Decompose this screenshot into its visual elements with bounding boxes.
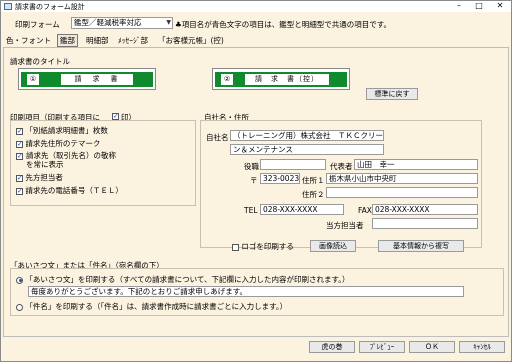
contact-field[interactable] (372, 218, 478, 229)
heading-check-icon (112, 112, 119, 120)
logo-print-checkbox[interactable] (232, 243, 239, 251)
form-label: 印刷フォーム (15, 20, 60, 29)
print-item-label: 請求先の電話番号（ＴＥＬ） (25, 186, 123, 195)
company-name-label: 自社名 (206, 133, 229, 142)
title2-band: ② 請 求 書（控） (215, 72, 347, 87)
title2-number: ② (221, 74, 233, 85)
cancel-button[interactable]: ｷｬﾝｾﾙ (459, 341, 505, 353)
form-type-value: 鑑型 (74, 18, 89, 27)
greeting-option-2[interactable]: 「件名」を印刷する（「件名」は、請求書作成時に請求書ごとに入力します。） (16, 301, 287, 312)
print-item-label: 請求先住所のテマーク (25, 139, 101, 148)
logo-print-label: ロゴを印刷する (241, 242, 294, 251)
greeting-option-2-label: 「件名」を印刷する（「件名」は、請求書作成時に請求書ごとに入力します。） (25, 302, 288, 311)
print-item-label: 請求先（取引先名）の敬称を常に表示 (26, 151, 116, 169)
tel-field[interactable]: 028-XXX-XXXX (260, 204, 344, 215)
copy-from-basic-button[interactable]: 基本情報から複写 (378, 240, 464, 252)
common-item-note: ♣項目名が青色文字の項目は、鑑型と明細型で共通の項目です。 (175, 20, 391, 29)
window-title: 請求書のフォーム設計 (15, 3, 85, 11)
fax-label: FAX (358, 206, 372, 215)
chevron-down-icon: ▼ (166, 19, 171, 26)
company-name-line2-field[interactable]: ン＆メンテナンス (230, 144, 384, 155)
address1-label: 住所１ (302, 176, 325, 185)
zip-field[interactable]: 323-0023 (260, 173, 300, 184)
print-item-checkbox[interactable] (16, 127, 23, 135)
tora-no-maki-button[interactable]: 虎の巻 (309, 341, 355, 353)
greeting-radio-2[interactable] (16, 303, 23, 311)
address2-field[interactable] (326, 187, 478, 198)
tab-bar: 色・フォント 鑑部 明細部 ﾒｯｾｰｼﾞ部 「お客様元帳」(控) (1, 34, 511, 47)
address1-field[interactable]: 栃木県小山市中央町 (326, 173, 478, 184)
title1-number: ① (27, 74, 39, 85)
load-image-button[interactable]: 画像読込 (310, 240, 356, 252)
title-section-heading: 請求書のタイトル (10, 57, 70, 66)
print-item-row[interactable]: 請求先住所のテマーク (16, 138, 100, 149)
print-item-row[interactable]: 「別紙請求明細書」枚数 (16, 125, 108, 136)
form-selector-row: 印刷フォーム 鑑型／軽減税率対応 ▼ ♣項目名が青色文字の項目は、鑑型と明細型で… (1, 12, 511, 34)
greeting-option-1-label: 「あいさつ文」を印刷する（すべての請求書について、下記欄に入力した内容が印刷され… (25, 275, 350, 284)
title-bar: 請求書のフォーム設計 – □ ✕ (1, 1, 511, 12)
company-name-line1-field[interactable]: （トレーニング用）株式会社 ＴＫＣクリー (230, 130, 384, 141)
representative-label: 代表者 (330, 162, 353, 171)
print-item-checkbox[interactable] (16, 174, 23, 182)
reset-title-button[interactable]: 標準に戻す (366, 88, 418, 100)
tab-color-font[interactable]: 色・フォント (4, 35, 53, 47)
close-button[interactable]: ✕ (490, 1, 510, 12)
main-panel: 請求書のタイトル ① 請 求 書 ② 請 求 書（控） 標準に戻す 印刷項目（印… (3, 47, 509, 337)
tab-message[interactable]: ﾒｯｾｰｼﾞ部 (116, 35, 150, 47)
title1-band: ① 請 求 書 (21, 72, 153, 87)
tab-kagami[interactable]: 鑑部 (57, 34, 78, 47)
fax-field[interactable]: 028-XXX-XXXX (372, 204, 478, 215)
tab-meisai[interactable]: 明細部 (84, 35, 111, 47)
representative-field[interactable]: 山田 幸一 (354, 159, 478, 170)
address2-label: 住所２ (302, 190, 325, 199)
print-item-label: 先方担当者 (25, 173, 63, 182)
greeting-radio-1[interactable] (16, 276, 23, 284)
title1-text: 請 求 書 (61, 74, 133, 85)
ok-button[interactable]: ＯＫ (409, 341, 455, 353)
logo-print-option[interactable]: ロゴを印刷する (232, 241, 294, 252)
print-item-row[interactable]: 先方担当者 (16, 172, 63, 183)
tab-customer-ledger[interactable]: 「お客様元帳」(控) (156, 35, 226, 47)
print-item-checkbox[interactable] (16, 152, 23, 161)
contact-label: 当方担当者 (326, 221, 364, 230)
form-variant-value: ／軽減税率対応 (89, 18, 142, 27)
print-item-checkbox[interactable] (16, 187, 23, 195)
maximize-button[interactable]: □ (469, 1, 489, 12)
role-field[interactable] (260, 159, 326, 170)
print-item-row[interactable]: 請求先の電話番号（ＴＥＬ） (16, 185, 123, 196)
title1-box[interactable]: ① 請 求 書 (18, 68, 156, 90)
greeting-option-1[interactable]: 「あいさつ文」を印刷する（すべての請求書について、下記欄に入力した内容が印刷され… (16, 274, 349, 285)
greeting-text-field[interactable]: 毎度ありがとうございます。下記のとおりご請求申しあげます。 (28, 286, 464, 297)
footer-bar: 虎の巻 ﾌﾟﾚﾋﾞｭｰ ＯＫ ｷｬﾝｾﾙ (1, 337, 511, 361)
print-item-checkbox[interactable] (16, 140, 23, 148)
role-label: 役職 (244, 162, 259, 171)
dialog-window: 請求書のフォーム設計 – □ ✕ 印刷フォーム 鑑型／軽減税率対応 ▼ ♣項目名… (0, 0, 512, 362)
minimize-button[interactable]: – (449, 1, 469, 12)
title2-box[interactable]: ② 請 求 書（控） (212, 68, 350, 90)
tel-label: TEL (244, 206, 258, 215)
title2-text: 請 求 書（控） (245, 74, 329, 85)
zip-label: 〒 (250, 176, 258, 185)
print-item-label: 「別紙請求明細書」枚数 (25, 126, 108, 135)
preview-button[interactable]: ﾌﾟﾚﾋﾞｭｰ (359, 341, 405, 353)
app-icon (4, 3, 12, 10)
print-item-row[interactable]: 請求先（取引先名）の敬称を常に表示 (16, 151, 116, 169)
form-type-select[interactable]: 鑑型／軽減税率対応 ▼ (71, 17, 173, 29)
